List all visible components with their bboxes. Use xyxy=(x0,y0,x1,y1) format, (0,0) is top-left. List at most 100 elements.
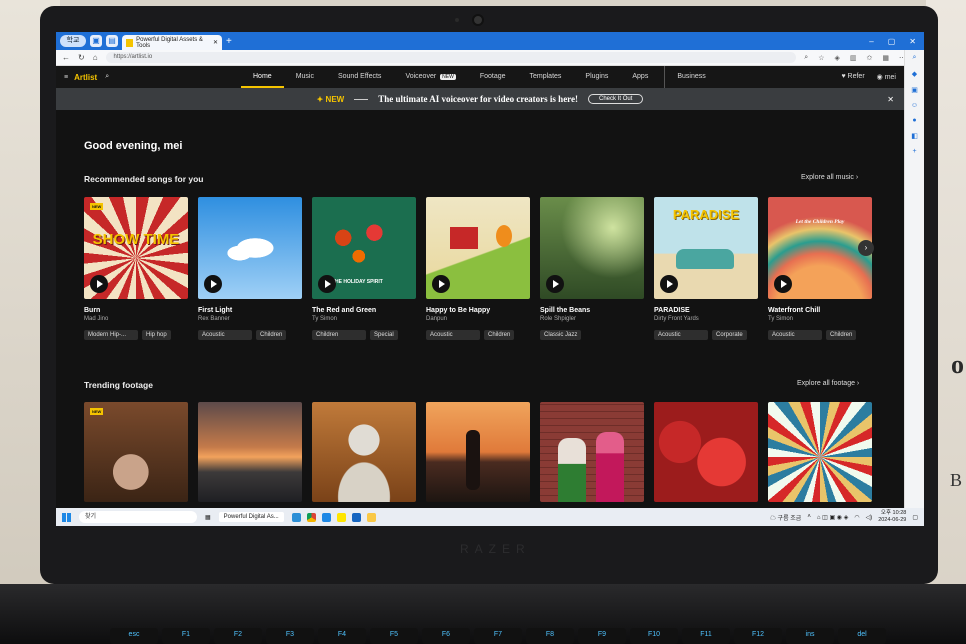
taskbar-active-app[interactable]: Powerful Digital As... xyxy=(218,512,284,522)
kakao-icon[interactable] xyxy=(336,512,346,522)
song-artist[interactable]: Ty Simon xyxy=(312,316,416,322)
workspaces-icon[interactable]: ▣ xyxy=(90,35,102,47)
song-title[interactable]: Waterfront Chill xyxy=(768,307,872,314)
tag[interactable]: Children xyxy=(826,330,857,340)
album-cover[interactable] xyxy=(198,197,302,299)
refer-link[interactable]: ♥ Refer xyxy=(841,73,864,81)
tag[interactable]: Hip hop xyxy=(142,330,171,340)
next-arrow-icon[interactable]: › xyxy=(858,240,874,256)
weather-widget[interactable]: ☁ 구름 조금 xyxy=(770,513,801,522)
profile-button[interactable]: 학교 xyxy=(60,35,86,47)
play-button[interactable] xyxy=(204,275,222,293)
explore-footage-link[interactable]: Explore all footage › xyxy=(797,380,859,387)
song-title[interactable]: Burn xyxy=(84,307,188,314)
tag[interactable]: Special xyxy=(370,330,398,340)
search-icon[interactable]: ⌕ xyxy=(105,73,109,81)
nav-footage[interactable]: Footage xyxy=(468,66,518,88)
play-button[interactable] xyxy=(774,275,792,293)
album-cover[interactable]: PARADISE xyxy=(654,197,758,299)
url-field[interactable]: https://artlist.io xyxy=(105,52,797,63)
tag[interactable]: Children xyxy=(312,330,366,340)
nav-home[interactable]: Home xyxy=(241,66,284,88)
song-title[interactable]: PARADISE xyxy=(654,307,758,314)
zoom-icon[interactable]: ⌕ xyxy=(804,54,808,62)
song-card[interactable]: NEW SHOW TIME Burn Mad Jino Modern Hip-.… xyxy=(84,197,188,340)
nav-music[interactable]: Music xyxy=(284,66,326,88)
minimize-button[interactable]: – xyxy=(869,37,873,46)
play-button[interactable] xyxy=(318,275,336,293)
mail-icon[interactable] xyxy=(351,512,361,522)
tag[interactable]: Classic Jazz xyxy=(540,330,582,340)
favorite-star-icon[interactable]: ☆ xyxy=(818,54,824,62)
artlist-logo[interactable]: Artlist xyxy=(74,73,97,82)
nav-apps[interactable]: Apps xyxy=(620,66,660,88)
tab-actions-icon[interactable]: ▤ xyxy=(106,35,118,47)
tag[interactable]: Corporate xyxy=(712,330,747,340)
tag[interactable]: Acoustic xyxy=(198,330,252,340)
footage-thumbnail[interactable] xyxy=(540,402,644,502)
home-icon[interactable]: ⌂ xyxy=(93,53,98,62)
album-cover[interactable] xyxy=(426,197,530,299)
notification-icon[interactable]: ▢ xyxy=(912,514,918,521)
refresh-icon[interactable]: ↻ xyxy=(78,53,85,62)
browser-tab[interactable]: Powerful Digital Assets & Tools ✕ xyxy=(122,35,222,50)
outlook-icon[interactable]: ◧ xyxy=(911,132,918,140)
briefcase-icon[interactable]: ▣ xyxy=(911,86,918,94)
menu-icon[interactable]: ≡ xyxy=(64,74,68,81)
windows-start-icon[interactable] xyxy=(62,512,71,522)
check-it-out-button[interactable]: Check It Out xyxy=(588,94,644,104)
tray-icons[interactable]: ⌂ ◫ ▣ ◉ ◈ xyxy=(817,514,848,521)
nav-sound-effects[interactable]: Sound Effects xyxy=(326,66,393,88)
album-cover[interactable]: NEW SHOW TIME xyxy=(84,197,188,299)
tray-chevron-icon[interactable]: ˄ xyxy=(807,514,811,520)
tag[interactable]: Modern Hip-... xyxy=(84,330,138,340)
song-card[interactable]: Let the Children Play Waterfront Chill T… xyxy=(768,197,872,340)
song-title[interactable]: Happy to Be Happy xyxy=(426,307,530,314)
play-button[interactable] xyxy=(660,275,678,293)
song-card[interactable]: Happy to Be Happy Danpun Acoustic Childr… xyxy=(426,197,530,340)
song-card[interactable]: First Light Rex Banner Acoustic Children xyxy=(198,197,302,340)
song-artist[interactable]: Role Shpigler xyxy=(540,316,644,322)
song-card[interactable]: THE HOLIDAY SPIRIT The Red and Green Ty … xyxy=(312,197,416,340)
split-screen-icon[interactable]: ▥ xyxy=(850,54,857,62)
tag-icon[interactable]: ◆ xyxy=(912,70,917,78)
song-artist[interactable]: Mad Jino xyxy=(84,316,188,322)
tag[interactable]: Children xyxy=(484,330,515,340)
play-button[interactable] xyxy=(432,275,450,293)
task-view-icon[interactable]: ▦ xyxy=(205,514,211,521)
tag[interactable]: Acoustic xyxy=(768,330,822,340)
people-icon[interactable]: ☺ xyxy=(911,102,918,109)
nav-business[interactable]: Business xyxy=(664,66,717,88)
song-artist[interactable]: Dirty Front Yards xyxy=(654,316,758,322)
song-title[interactable]: The Red and Green xyxy=(312,307,416,314)
song-card[interactable]: PARADISE PARADISE Dirty Front Yards Acou… xyxy=(654,197,758,340)
song-title[interactable]: Spill the Beans xyxy=(540,307,644,314)
album-cover[interactable]: THE HOLIDAY SPIRIT xyxy=(312,197,416,299)
album-cover[interactable]: Let the Children Play xyxy=(768,197,872,299)
footage-thumbnail[interactable]: NEW xyxy=(84,402,188,502)
tag[interactable]: Acoustic xyxy=(426,330,480,340)
back-icon[interactable]: ← xyxy=(62,53,70,62)
volume-icon[interactable]: ◁) xyxy=(866,514,873,521)
user-menu[interactable]: ◉ mei xyxy=(877,73,896,81)
explore-music-link[interactable]: Explore all music › xyxy=(801,174,858,181)
nav-plugins[interactable]: Plugins xyxy=(573,66,620,88)
edge-icon[interactable] xyxy=(291,512,301,522)
footage-thumbnail[interactable] xyxy=(654,402,758,502)
footage-thumbnail[interactable] xyxy=(312,402,416,502)
play-button[interactable] xyxy=(90,275,108,293)
maximize-button[interactable]: ▢ xyxy=(888,37,896,46)
store-icon[interactable] xyxy=(321,512,331,522)
song-title[interactable]: First Light xyxy=(198,307,302,314)
song-artist[interactable]: Ty Simon xyxy=(768,316,872,322)
folder-icon[interactable] xyxy=(366,512,376,522)
tag[interactable]: Children xyxy=(256,330,287,340)
close-window-button[interactable]: ✕ xyxy=(909,37,916,46)
close-tab-icon[interactable]: ✕ xyxy=(213,39,218,46)
add-icon[interactable]: + xyxy=(912,148,916,155)
favorites-icon[interactable]: ✩ xyxy=(867,54,873,62)
circle-app-icon[interactable]: ● xyxy=(912,117,916,124)
extensions-icon[interactable]: ◈ xyxy=(834,54,839,62)
song-artist[interactable]: Rex Banner xyxy=(198,316,302,322)
footage-thumbnail[interactable] xyxy=(198,402,302,502)
